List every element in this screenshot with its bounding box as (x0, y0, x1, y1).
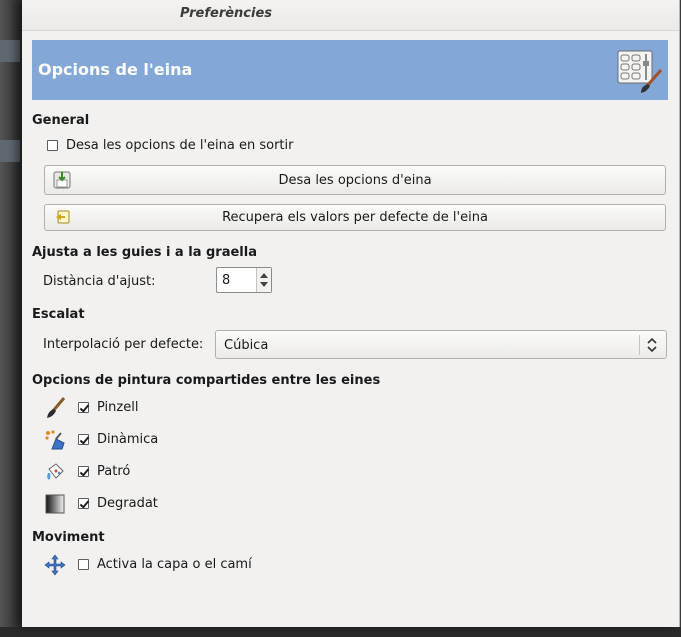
pattern-fill-icon (47, 463, 64, 480)
spin-down-icon[interactable] (260, 282, 268, 287)
section-move: Moviment (32, 530, 105, 545)
section-snap: Ajusta a les guies i a la graella (32, 245, 257, 260)
spin-up-icon[interactable] (260, 273, 268, 278)
select-separator (639, 335, 640, 355)
move-arrows-icon (44, 554, 66, 576)
paint-pattern-row[interactable]: Patró (78, 464, 130, 479)
section-general: General (32, 113, 90, 128)
spinner-arrows[interactable] (256, 268, 271, 292)
snap-distance-spinner[interactable]: 8 (216, 267, 272, 293)
dynamics-icon (45, 430, 65, 450)
background-strip (0, 140, 20, 162)
save-on-exit-checkbox[interactable] (47, 140, 58, 151)
page-header: Opcions de l'eina (32, 40, 668, 100)
save-on-exit-row[interactable]: Desa les opcions de l'eina en sortir (47, 138, 293, 153)
interpolation-value: Cúbica (224, 338, 269, 353)
dynamics-checkbox[interactable] (78, 434, 89, 445)
background-strip (0, 40, 20, 62)
paint-gradient-row[interactable]: Degradat (78, 496, 158, 511)
title-bar[interactable]: Preferències (22, 0, 679, 31)
preferences-window: Preferències Opcions de l'eina General D… (22, 0, 680, 627)
window-title: Preferències (180, 6, 273, 21)
gradient-icon (45, 494, 65, 514)
gradient-checkbox[interactable] (78, 498, 89, 509)
save-tool-options-label: Desa les opcions d'eina (278, 173, 432, 188)
background-bottom (0, 627, 681, 637)
pattern-checkbox[interactable] (78, 466, 89, 477)
paintbrush-icon (47, 397, 66, 418)
tool-options-icon (617, 50, 663, 93)
select-arrows-icon (647, 337, 657, 353)
snap-distance-label: Distància d'ajust: (43, 274, 156, 289)
pattern-label: Patró (97, 464, 131, 479)
reset-tool-defaults-button[interactable]: Recupera els valors per defecte de l'ein… (44, 204, 666, 231)
paint-brush-row[interactable]: Pinzell (78, 400, 138, 415)
activate-layer-row[interactable]: Activa la capa o el camí (78, 557, 252, 572)
gradient-label: Degradat (97, 496, 158, 511)
snap-distance-value[interactable]: 8 (222, 273, 230, 288)
interpolation-select[interactable]: Cúbica (215, 330, 667, 359)
section-scaling: Escalat (32, 307, 85, 322)
reset-tool-defaults-label: Recupera els valors per defecte de l'ein… (222, 210, 488, 225)
section-paint-options: Opcions de pintura compartides entre les… (32, 373, 381, 388)
brush-checkbox[interactable] (78, 402, 89, 413)
interpolation-label: Interpolació per defecte: (43, 337, 204, 352)
save-tool-options-button[interactable]: Desa les opcions d'eina (44, 165, 666, 195)
save-on-exit-label: Desa les opcions de l'eina en sortir (66, 138, 294, 153)
activate-layer-checkbox[interactable] (78, 559, 89, 570)
activate-layer-label: Activa la capa o el camí (97, 557, 252, 572)
dynamics-label: Dinàmica (97, 432, 159, 447)
page-title: Opcions de l'eina (38, 60, 193, 79)
paint-dynamics-row[interactable]: Dinàmica (78, 432, 158, 447)
brush-label: Pinzell (97, 400, 139, 415)
